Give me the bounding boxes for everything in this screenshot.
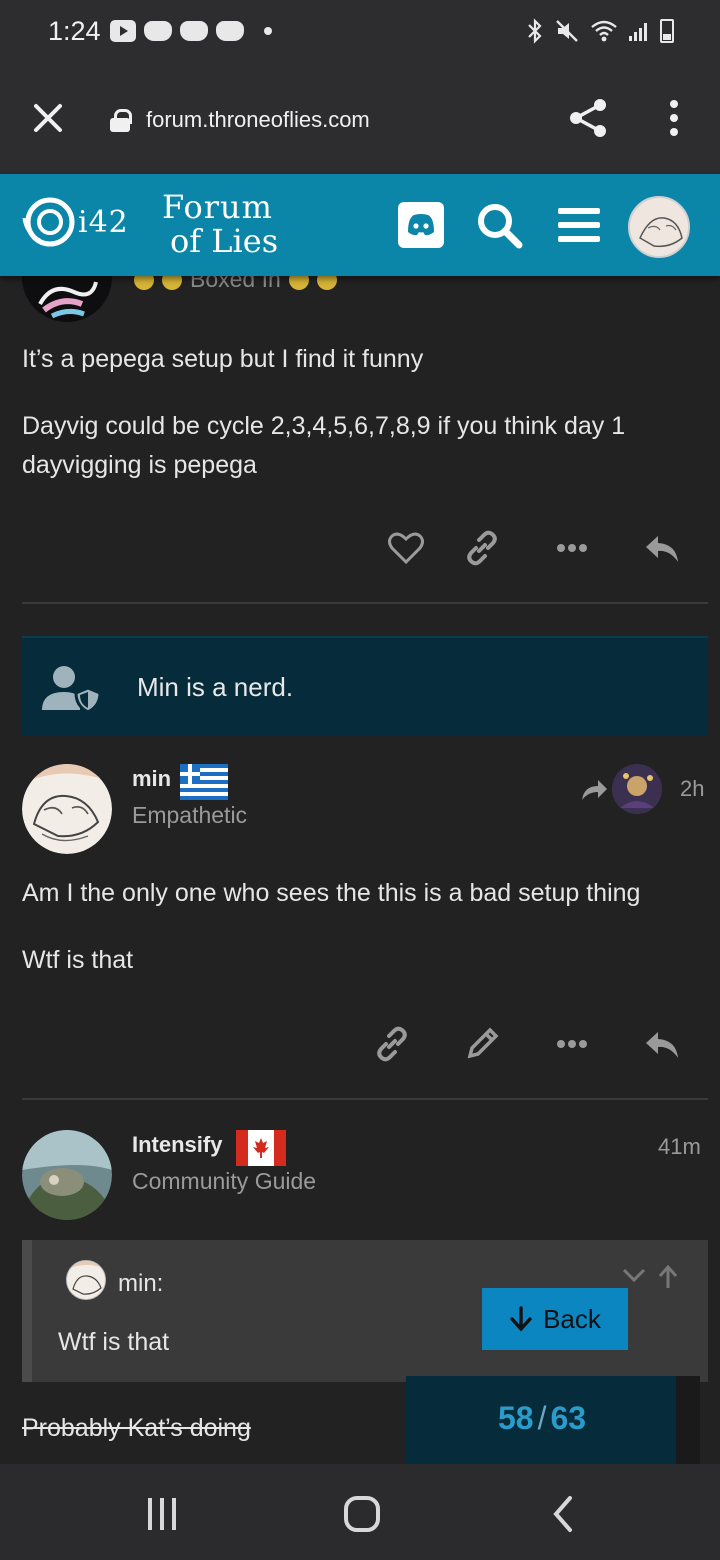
reply-to-arrow-icon [582, 780, 607, 800]
close-tab-button[interactable] [28, 98, 68, 138]
arrow-up-icon[interactable] [658, 1264, 678, 1288]
more-actions-button[interactable] [552, 1024, 592, 1064]
logo-line-2: of Lies [170, 222, 279, 260]
recent-apps-button[interactable] [140, 1492, 184, 1536]
avatar-sketch-icon [630, 198, 688, 256]
post-paragraph: It’s a pepega setup but I find it funny [22, 345, 424, 373]
moderator-notice: Min is a nerd. [22, 636, 708, 736]
more-actions-button[interactable] [552, 528, 592, 568]
quote-expand-controls[interactable] [620, 1262, 684, 1292]
arrow-down-icon [510, 1306, 532, 1332]
post-divider [22, 602, 708, 604]
post-paragraph: dayvigging is pepega [22, 451, 257, 479]
avatar-sketch-icon [22, 764, 112, 854]
battery-icon [660, 19, 674, 43]
mute-icon [556, 20, 578, 42]
back-button-label: Back [543, 1303, 601, 1334]
username[interactable]: Intensify [132, 1132, 222, 1158]
hamburger-menu-button[interactable] [554, 200, 604, 250]
like-button[interactable] [386, 528, 426, 568]
address-bar[interactable]: forum.throneoflies.com [110, 100, 370, 140]
username[interactable]: min [132, 766, 171, 792]
youtube-icon [110, 20, 136, 42]
user-shield-icon [42, 666, 102, 714]
more-options-button[interactable] [660, 98, 688, 138]
logo-number: i42 [78, 204, 129, 240]
lock-icon [110, 109, 132, 132]
back-button[interactable]: Back [482, 1288, 628, 1350]
game-controller-icon [216, 21, 244, 41]
signal-icon [629, 23, 647, 41]
progress-counter: 58/63 [498, 1400, 586, 1437]
user-title: Empathetic [132, 802, 248, 828]
forum-header: i42 Forum of Lies [0, 174, 720, 276]
reply-button[interactable] [642, 1024, 682, 1064]
post-paragraph: Am I the only one who sees the this is a… [22, 879, 641, 907]
status-left-icons [110, 20, 272, 42]
poster-avatar-min[interactable] [22, 764, 112, 854]
progress-current: 58 [498, 1400, 534, 1436]
avatar-art-icon [22, 1130, 112, 1220]
post-actions [0, 528, 720, 572]
user-avatar-button[interactable] [628, 196, 690, 258]
edit-button[interactable] [462, 1024, 502, 1064]
share-button[interactable] [566, 96, 610, 140]
chevron-down-icon[interactable] [622, 1268, 646, 1283]
logo-line-1: Forum [162, 188, 273, 226]
progress-total: 63 [550, 1400, 587, 1436]
back-nav-button[interactable] [542, 1492, 586, 1536]
copy-link-button[interactable] [462, 528, 502, 568]
struck-text: Probably Kat’s doing [22, 1414, 251, 1442]
wifi-icon [591, 20, 617, 42]
discord-button[interactable] [396, 200, 446, 250]
post-paragraph: Wtf is that [22, 946, 134, 974]
url-text: forum.throneoflies.com [146, 107, 370, 132]
reply-button[interactable] [642, 528, 682, 568]
progress-separator: / [537, 1400, 547, 1436]
forum-of-lies-logo[interactable]: Forum of Lies [162, 190, 312, 262]
user-title: Community Guide [132, 1168, 317, 1194]
post-divider [22, 1098, 708, 1100]
home-button[interactable] [340, 1492, 384, 1536]
site-logo[interactable]: i42 [20, 192, 129, 252]
post-time[interactable]: 2h [680, 776, 704, 802]
reply-to-avatar[interactable] [612, 764, 662, 814]
status-bar: 1:24 [0, 0, 720, 64]
notice-text: Min is a nerd. [137, 672, 294, 702]
game-controller-icon [144, 21, 172, 41]
quote-text: Wtf is that [58, 1328, 170, 1356]
post-actions [0, 1024, 720, 1068]
avatar-sketch-icon [67, 1261, 105, 1299]
quote-author-avatar[interactable] [66, 1260, 106, 1300]
avatar-art-icon [612, 764, 662, 814]
post-paragraph: Dayvig could be cycle 2,3,4,5,6,7,8,9 if… [22, 412, 626, 440]
browser-toolbar: forum.throneoflies.com [0, 64, 720, 174]
canada-flag-icon [236, 1130, 286, 1166]
system-nav-bar [0, 1464, 720, 1560]
spiral-logo-icon [22, 197, 75, 247]
poster-avatar-intensify[interactable] [22, 1130, 112, 1220]
copy-link-button[interactable] [372, 1024, 412, 1064]
status-right-icons [526, 18, 674, 44]
topic-progress[interactable]: 58/63 [406, 1376, 700, 1464]
game-controller-icon [180, 21, 208, 41]
search-button[interactable] [474, 200, 524, 250]
status-time: 1:24 [48, 16, 101, 46]
post-time[interactable]: 41m [658, 1134, 701, 1160]
quote-author: min: [118, 1270, 164, 1297]
bluetooth-icon [528, 18, 542, 44]
greece-flag-icon [180, 764, 228, 800]
notification-dot-icon [264, 27, 272, 35]
